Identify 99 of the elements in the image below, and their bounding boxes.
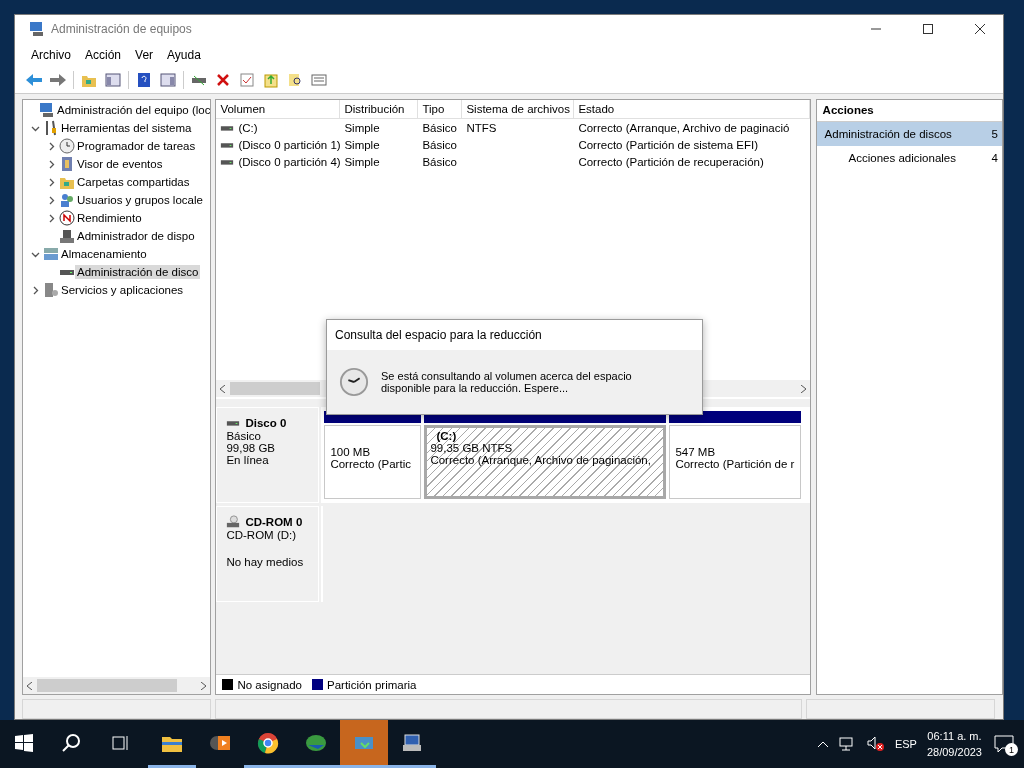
disk-name: CD-ROM 0 [245,516,303,528]
computer-icon [39,102,55,118]
clock-icon [59,138,75,154]
table-cell: Simple [344,121,380,134]
disk-label-panel[interactable]: CD-ROM 0 CD-ROM (D:) No hay medios [216,506,320,602]
gauge-icon [59,210,75,226]
disk-detail: No hay medios [226,556,305,568]
tree-item[interactable]: Carpetas compartidas [75,175,192,189]
computer-icon [29,21,45,37]
task-view-icon [111,733,129,752]
table-cell: NTFS [466,121,497,134]
scroll-left-icon[interactable] [219,384,227,393]
menu-item[interactable]: Ver [129,45,160,65]
tree-item[interactable]: Visor de eventos [75,157,165,171]
notification-button[interactable]: 1 [992,732,1016,756]
table-cell: Básico [422,138,457,151]
clock[interactable]: 06:11 a. m. 28/09/2023 [926,728,982,760]
upload-icon [263,72,279,88]
column-header[interactable]: Distribución [340,100,419,119]
log-icon [59,156,75,172]
horizontal-scrollbar[interactable] [23,677,211,694]
partition-name: (C:) [435,430,458,442]
table-cell: Correcto (Arranque, Archivo de paginació [578,121,790,134]
search-icon [287,72,303,88]
disk-detail: 99,98 GB [226,442,276,454]
clock-icon [339,367,369,397]
window-title: Administración de equipos [51,22,193,36]
partition-status: Correcto (Arranque, Archivo de paginación, [430,454,652,466]
device-icon [59,228,75,244]
checklist-icon [239,72,255,88]
tools-icon [43,120,59,136]
tree-item[interactable]: Herramientas del sistema [59,121,194,135]
table-cell: Correcto (Partición de recuperación) [578,155,764,168]
legend-label: No asignado [237,678,302,691]
partition-size: 547 MB [675,446,717,458]
table-cell: Básico [422,121,457,134]
tree-item[interactable]: Administrador de dispo [75,229,197,243]
tree-item[interactable]: Administración del equipo (loc [55,103,211,117]
disk-name: Disco 0 [245,417,287,429]
disk-label-panel[interactable]: Disco 0 Básico 99,98 GB En línea [216,407,320,503]
list-icon [311,72,327,88]
table-cell: Simple [344,138,380,151]
table-cell: (Disco 0 partición 1) [238,138,341,151]
column-header[interactable]: Tipo [418,100,463,119]
partition-status: Correcto (Partic [330,458,412,470]
table-cell: Simple [344,155,380,168]
tree-item[interactable]: Almacenamiento [59,247,149,261]
table-cell: Correcto (Partición de sistema EFI) [578,138,758,151]
right-arrow-icon [49,73,67,87]
scroll-right-icon[interactable] [200,681,208,690]
column-header[interactable]: Estado [574,100,810,119]
tree-item[interactable]: Administración de disco [75,265,201,279]
scroll-right-icon[interactable] [799,384,807,393]
notification-count: 1 [1005,743,1018,756]
table-cell: (C:) [238,121,258,134]
chevron-up-icon[interactable] [816,740,829,748]
column-header[interactable]: Sistema de archivos [462,100,575,119]
panel-icon [160,72,176,88]
search-icon [62,732,82,753]
computer-icon [401,732,423,753]
close-icon [975,24,985,34]
globe-download-icon [304,732,328,753]
panel-icon [105,72,121,88]
column-header[interactable]: Volumen [216,100,341,119]
partition-status: Correcto (Partición de r [675,458,796,470]
tree-item[interactable]: Servicios y aplicaciones [59,283,186,297]
dialog-title: Consulta del espacio para la reducción [327,320,702,350]
table-cell: Básico [422,155,457,168]
scroll-left-icon[interactable] [26,681,33,690]
speaker-muted-icon[interactable] [866,736,885,752]
language-indicator[interactable]: ESP [894,738,917,750]
close-icon [215,72,231,88]
menu-item[interactable]: Ayuda [161,45,207,65]
tree-item[interactable]: Rendimiento [75,211,144,225]
partition-size: 99,35 GB NTFS [430,442,514,454]
disk-detail: CD-ROM (D:) [226,529,298,541]
partition-size: 100 MB [330,446,372,458]
services-icon [43,282,59,298]
help-icon [136,72,152,88]
dialog-message: Se está consultando al volumen acerca del espacio disponible para la reducción. Espere... [381,370,633,394]
scrollbar-thumb[interactable] [230,382,321,395]
chat-bubble-icon [994,735,1014,753]
tree-item[interactable]: Programador de tareas [75,139,198,153]
menu-item[interactable]: Acción [79,45,128,65]
legend-label: Partición primaria [327,678,417,691]
disk-detail: Básico [226,430,262,442]
windows-logo-icon [15,733,33,752]
storage-icon [43,246,59,262]
scrollbar-thumb[interactable] [37,679,177,692]
cd-drive-icon [226,515,241,529]
disk-detail: En línea [226,454,270,466]
tree-item[interactable]: Usuarios y grupos locale [75,193,205,207]
menu-item[interactable]: Archivo [25,45,77,65]
maximize-icon [923,24,933,34]
left-arrow-icon [25,73,43,87]
table-cell: (Disco 0 partición 4) [238,155,341,168]
browser-icon [257,731,279,754]
users-icon [59,192,75,208]
action-item[interactable]: Administración de discos 5 [816,122,1002,146]
